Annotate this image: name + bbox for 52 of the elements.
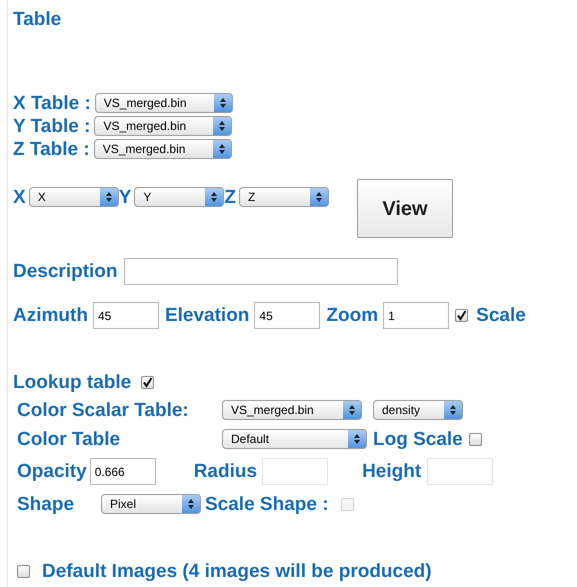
section-title: Table [13,10,62,29]
log-scale-label: Log Scale [373,430,463,448]
table-label: Y Table : [13,116,90,136]
description-label: Description [13,262,118,281]
stepper-icon [213,117,232,135]
number-field[interactable]: 45 [92,302,159,329]
axis-label: Y [118,188,132,206]
number-field[interactable]: 1 [383,302,450,329]
stepper-icon [212,140,231,158]
scale-label: Scale [476,306,526,325]
description-field[interactable] [124,258,398,285]
table-label: Z Table : [13,140,90,158]
table-label: X Table : [13,94,91,112]
default-images-label: Default Images (4 images will be produced) [42,562,432,581]
axis-label: Z [224,188,236,206]
dropdown[interactable]: X [28,187,119,207]
color-scalar-label: Color Scalar Table: [17,400,190,420]
dropdown[interactable]: VS_merged.bin [222,400,362,420]
dropdown[interactable]: VS_merged.bin [94,93,233,113]
checkbox[interactable] [468,432,482,446]
stepper-icon [100,188,118,206]
stepper-icon [214,94,232,112]
stepper-icon [182,495,200,513]
stepper-icon [343,401,361,419]
dropdown[interactable]: Pixel [101,494,201,514]
stepper-icon [310,188,328,206]
height-label: Height [362,462,422,481]
dropdown[interactable]: Default [222,429,367,449]
radius-label: Radius [194,462,258,481]
dropdown[interactable]: density [373,400,463,420]
dropdown[interactable]: VS_merged.bin [94,116,232,136]
lookup-label: Lookup table [13,373,132,392]
stepper-icon [205,188,224,206]
opacity-field[interactable]: 0.666 [90,458,156,485]
checkbox[interactable] [141,376,154,389]
stepper-icon [348,430,366,448]
opacity-label: Opacity [17,462,87,481]
dropdown[interactable]: Y [134,187,224,207]
camera-label: Azimuth [13,306,88,325]
shape-label: Shape [17,494,76,514]
checkbox[interactable] [17,565,30,578]
view-button[interactable]: View [356,179,453,238]
dropdown[interactable]: Z [238,187,329,207]
axis-label: X [13,188,26,206]
camera-label: Zoom [326,306,378,325]
number-field[interactable]: 45 [254,302,320,329]
scale-shape-label: Scale Shape : [205,494,329,514]
color-table-label: Color Table [17,430,122,448]
dropdown[interactable]: VS_merged.bin [94,139,232,159]
stepper-icon [444,401,462,419]
camera-label: Elevation [164,306,250,325]
checkbox[interactable] [455,309,468,322]
